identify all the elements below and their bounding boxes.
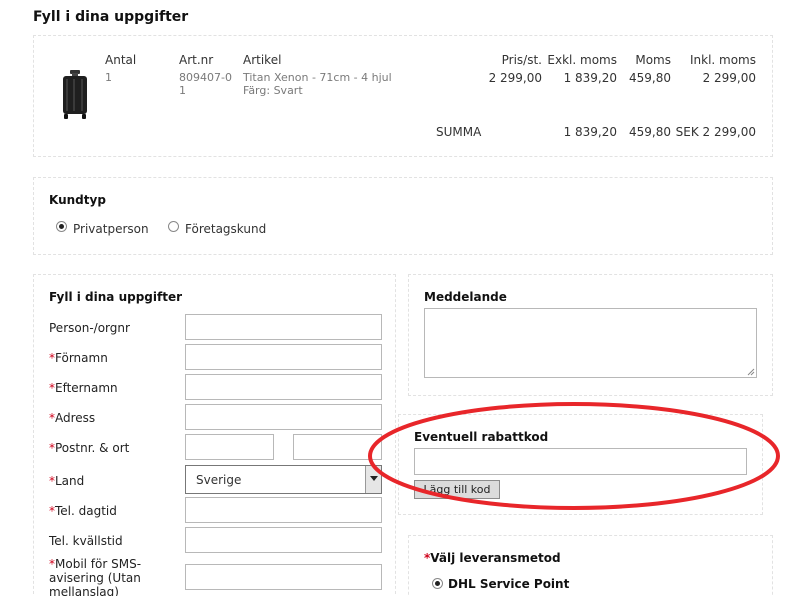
input-phone-day[interactable] — [185, 497, 382, 523]
cart-artnr: 809407-01 — [179, 71, 232, 97]
col-header-incl: Inkl. moms — [689, 53, 756, 67]
summary-vat: 459,80 — [629, 125, 671, 139]
cart-incl: 2 299,00 — [702, 71, 756, 85]
discount-code-input[interactable] — [414, 448, 747, 475]
message-title: Meddelande — [424, 290, 507, 304]
cart-vat: 459,80 — [629, 71, 671, 85]
input-address[interactable] — [185, 404, 382, 430]
label-lastname: *Efternamn — [49, 381, 118, 395]
col-header-price: Pris/st. — [501, 53, 542, 67]
radio-dhl-service-point[interactable] — [432, 578, 443, 589]
cart-excl: 1 839,20 — [563, 71, 617, 85]
label-country: *Land — [49, 474, 85, 488]
col-header-artnr: Art.nr — [179, 53, 214, 67]
label-phone-evening: Tel. kvällstid — [49, 534, 123, 548]
label-person: Person-/orgnr — [49, 321, 130, 335]
col-header-article: Artikel — [243, 53, 282, 67]
input-mobile[interactable] — [185, 564, 382, 590]
input-phone-evening[interactable] — [185, 527, 382, 553]
customer-type-title: Kundtyp — [49, 193, 106, 207]
label-phone-day: *Tel. dagtid — [49, 504, 117, 518]
col-header-vat: Moms — [635, 53, 671, 67]
cart-qty: 1 — [105, 71, 112, 84]
select-country-value: Sverige — [196, 473, 242, 487]
radio-privatperson-label[interactable]: Privatperson — [73, 222, 149, 236]
input-person[interactable] — [185, 314, 382, 340]
input-firstname[interactable] — [185, 344, 382, 370]
input-lastname[interactable] — [185, 374, 382, 400]
label-firstname: *Förnamn — [49, 351, 108, 365]
radio-dhl-service-point-label[interactable]: DHL Service Point — [448, 577, 569, 591]
input-postal-code[interactable] — [185, 434, 274, 460]
resize-handle-icon[interactable] — [747, 368, 755, 376]
delivery-title: *Välj leveransmetod — [424, 551, 561, 565]
input-city[interactable] — [293, 434, 382, 460]
message-textarea[interactable] — [424, 308, 757, 378]
radio-foretagskund-label[interactable]: Företagskund — [185, 222, 266, 236]
summary-label: SUMMA — [436, 125, 482, 139]
label-address: *Adress — [49, 411, 96, 425]
label-postal: *Postnr. & ort — [49, 441, 130, 455]
add-discount-button[interactable]: Lägg till kod — [414, 480, 500, 499]
form-title: Fyll i dina uppgifter — [49, 290, 183, 304]
cart-article-name[interactable]: Titan Xenon - 71cm - 4 hjul — [243, 71, 392, 84]
label-mobile: *Mobil för SMS- avisering (Utan mellansl… — [49, 557, 142, 596]
summary-incl: SEK 2 299,00 — [675, 125, 756, 139]
cart-price: 2 299,00 — [488, 71, 542, 85]
col-header-excl: Exkl. moms — [547, 53, 617, 67]
product-image — [60, 70, 90, 120]
select-country[interactable]: Sverige — [185, 465, 382, 494]
chevron-down-icon[interactable] — [365, 466, 381, 493]
discount-title: Eventuell rabattkod — [414, 430, 549, 444]
page-title: Fyll i dina uppgifter — [33, 9, 189, 25]
cart-article-color: Färg: Svart — [243, 84, 303, 97]
summary-excl: 1 839,20 — [563, 125, 617, 139]
radio-foretagskund[interactable] — [168, 221, 179, 232]
customer-type-section — [33, 177, 773, 255]
radio-privatperson[interactable] — [56, 221, 67, 232]
col-header-qty: Antal — [105, 53, 137, 67]
